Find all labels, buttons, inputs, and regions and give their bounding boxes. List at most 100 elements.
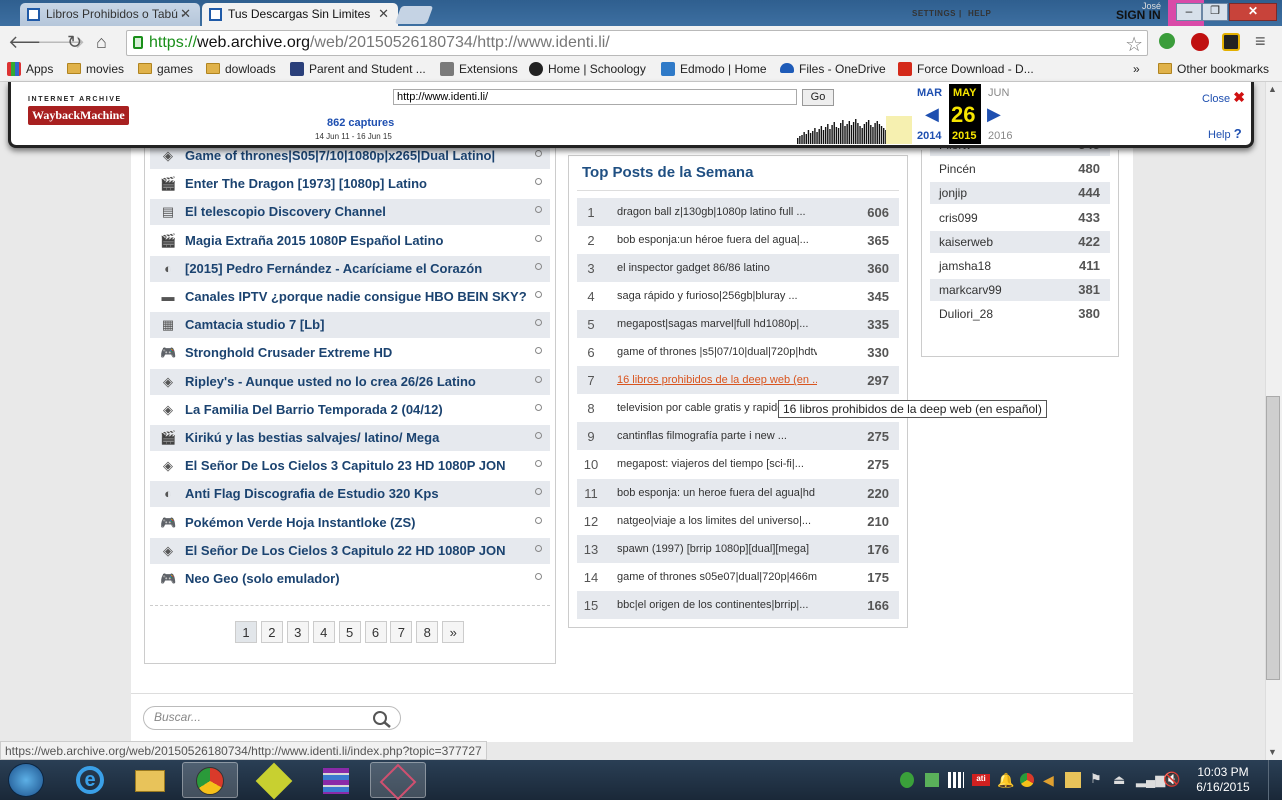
tray-speaker-orange-icon[interactable]: ◀ [1043,772,1054,789]
taskbar-app-active[interactable] [370,762,426,800]
menu-icon[interactable]: ≡ [1255,31,1266,52]
page-button[interactable]: 6 [364,621,387,643]
close-tab-icon[interactable]: ✕ [378,6,389,22]
post-title-link[interactable]: El Señor De Los Cielos 3 Capitulo 22 HD … [185,543,506,558]
top-post-link[interactable]: dragon ball z|130gb|1080p latino full ..… [617,206,817,218]
top-post-link[interactable]: game of thrones |s5|07/10|dual|720p|hdtv [617,346,817,358]
page-button[interactable]: 7 [390,621,413,643]
settings-link[interactable]: SETTINGS [912,9,956,18]
top-post-link[interactable]: bob esponja: un heroe fuera del agua|hd … [617,487,817,499]
post-title-link[interactable]: Ripley's - Aunque usted no lo crea 26/26… [185,374,476,389]
address-bar[interactable]: https://web.archive.org/web/201505261807… [126,30,1148,56]
username-link[interactable]: kaiserweb [939,235,993,249]
top-post-link[interactable]: spawn (1997) [brrip 1080p][dual][mega] [617,543,817,555]
top-post-link[interactable]: cantinflas filmografía parte i new ... [617,430,817,442]
post-title-link[interactable]: Kirikú y las bestias salvajes/ latino/ M… [185,430,439,445]
extension-evernote-icon[interactable] [1159,33,1175,49]
top-post-link[interactable]: megapost: viajeros del tiempo [sci-fi|..… [617,458,817,470]
top-post-link[interactable]: game of thrones s05e07|dual|720p|466mb|.… [617,571,817,583]
tray-usb-icon[interactable]: ⏏ [1113,772,1125,788]
bookmark-force-download[interactable]: Force Download - D... [898,62,1034,76]
tab-tus-descargas[interactable]: Tus Descargas Sin Limites ✕ [202,3,398,26]
top-post-link[interactable]: 16 libros prohibidos de la deep web (en … [617,374,817,386]
page-button[interactable]: 3 [286,621,309,643]
top-post-link[interactable]: megapost|sagas marvel|full hd1080p|... [617,318,817,330]
close-tab-icon[interactable]: ✕ [180,6,191,22]
wayback-go-button[interactable]: Go [802,89,834,106]
bookmark-movies[interactable]: movies [67,62,124,76]
tab-libros-prohibidos[interactable]: Libros Prohibidos o Tabú - ✕ [20,3,200,26]
top-post-row[interactable]: 10 megapost: viajeros del tiempo [sci-fi|… [577,450,899,478]
tray-app-icon[interactable] [1065,772,1081,788]
recent-post-row[interactable]: 🎮 Pokémon Verde Hoja Instantloke (ZS) [150,510,550,536]
username-link[interactable]: cris099 [939,211,978,225]
post-title-link[interactable]: La Familia Del Barrio Temporada 2 (04/12… [185,402,443,417]
user-row[interactable]: jonjip 444 [930,182,1110,205]
wayback-help[interactable]: Help ? [1208,126,1242,141]
top-post-row[interactable]: 3 el inspector gadget 86/86 latino 360 [577,254,899,283]
prev-year-link[interactable]: 2014 [917,130,941,142]
top-post-row[interactable]: 14 game of thrones s05e07|dual|720p|466mb… [577,563,899,591]
minimize-icon[interactable]: – [1176,3,1202,21]
post-title-link[interactable]: Anti Flag Discografia de Estudio 320 Kps [185,486,439,501]
post-title-link[interactable]: Enter The Dragon [1973] [1080p] Latino [185,176,427,191]
bookmark-onedrive[interactable]: Files - OneDrive [780,62,886,76]
username-link[interactable]: markcarv99 [939,283,1002,297]
top-post-row[interactable]: 1 dragon ball z|130gb|1080p latino full .… [577,198,899,226]
top-post-link[interactable]: saga rápido y furioso|256gb|bluray ... [617,290,817,302]
username-link[interactable]: Pincén [939,162,976,176]
close-window-icon[interactable]: ✕ [1229,3,1277,21]
post-title-link[interactable]: Pokémon Verde Hoja Instantloke (ZS) [185,515,415,530]
next-page-button[interactable]: » [442,621,465,643]
bookmark-games[interactable]: games [138,62,193,76]
bookmark-schoology[interactable]: Home | Schoology [529,62,646,76]
bookmark-other[interactable]: Other bookmarks [1158,62,1269,76]
username-link[interactable]: Duliori_28 [939,307,993,321]
tray-chrome-icon[interactable] [1020,773,1034,787]
user-row[interactable]: cris099 433 [930,207,1110,229]
recent-post-row[interactable]: 🎬 Kirikú y las bestias salvajes/ latino/ … [150,425,550,451]
scroll-up-icon[interactable]: ▲ [1268,84,1277,94]
prev-capture-icon[interactable]: ◀ [925,104,939,125]
wayback-url-input[interactable] [393,89,797,105]
user-row[interactable]: jamsha18 411 [930,255,1110,277]
post-title-link[interactable]: Neo Geo (solo emulador) [185,571,340,586]
next-capture-icon[interactable]: ▶ [987,104,1001,125]
taskbar-chrome[interactable] [182,762,238,798]
post-title-link[interactable]: [2015] Pedro Fernández - Acaríciame el C… [185,261,482,276]
recent-post-row[interactable]: ◈ Ripley's - Aunque usted no lo crea 26/2… [150,369,550,395]
recent-post-row[interactable]: ◈ El Señor De Los Cielos 3 Capitulo 23 HD… [150,453,550,479]
post-title-link[interactable]: Canales IPTV ¿porque nadie consigue HBO … [185,289,527,304]
tray-flag-icon[interactable]: ⚑ [1090,771,1102,787]
top-post-row[interactable]: 12 natgeo|viaje a los limites del univers… [577,507,899,535]
recent-post-row[interactable]: ▦ Camtacia studio 7 [Lb] [150,312,550,338]
scrollbar-thumb[interactable] [1266,396,1280,680]
bookmark-apps[interactable]: Apps [7,62,53,76]
reload-icon[interactable]: ↻ [67,32,82,53]
post-title-link[interactable]: Camtacia studio 7 [Lb] [185,317,324,332]
new-tab-button[interactable] [394,6,434,24]
extension-check-icon[interactable] [1222,33,1240,51]
search-input[interactable]: Buscar... [143,706,401,730]
top-post-link[interactable]: el inspector gadget 86/86 latino [617,262,817,274]
taskbar-clock[interactable]: 10:03 PM 6/16/2015 [1188,765,1258,795]
bookmark-extensions[interactable]: Extensions [440,62,518,76]
recent-post-row[interactable]: ◐ Anti Flag Discografia de Estudio 320 Kp… [150,481,550,507]
page-button[interactable]: 4 [312,621,335,643]
start-button[interactable] [8,763,44,797]
wayback-close[interactable]: Close ✖ [1202,89,1245,106]
tray-ati-icon[interactable]: ati [972,774,990,786]
wayback-logo[interactable]: WaybackMachine [28,106,129,125]
recent-post-row[interactable]: ▬ Canales IPTV ¿porque nadie consigue HBO… [150,284,550,310]
taskbar-ie[interactable]: e [62,762,118,798]
page-button[interactable]: 8 [416,621,439,643]
recent-post-row[interactable]: 🎬 Enter The Dragon [1973] [1080p] Latino [150,171,550,197]
tray-windows-icon[interactable] [948,772,964,788]
taskbar-winrar[interactable] [308,762,364,798]
taskbar-explorer[interactable] [122,762,178,798]
bookmark-edmodo[interactable]: Edmodo | Home [661,62,767,76]
page-button[interactable]: 1 [235,621,257,643]
bookmark-parent-student[interactable]: Parent and Student ... [290,62,426,76]
captures-link[interactable]: 862 captures [327,117,394,129]
top-post-row[interactable]: 13 spawn (1997) [brrip 1080p][dual][mega]… [577,534,899,563]
